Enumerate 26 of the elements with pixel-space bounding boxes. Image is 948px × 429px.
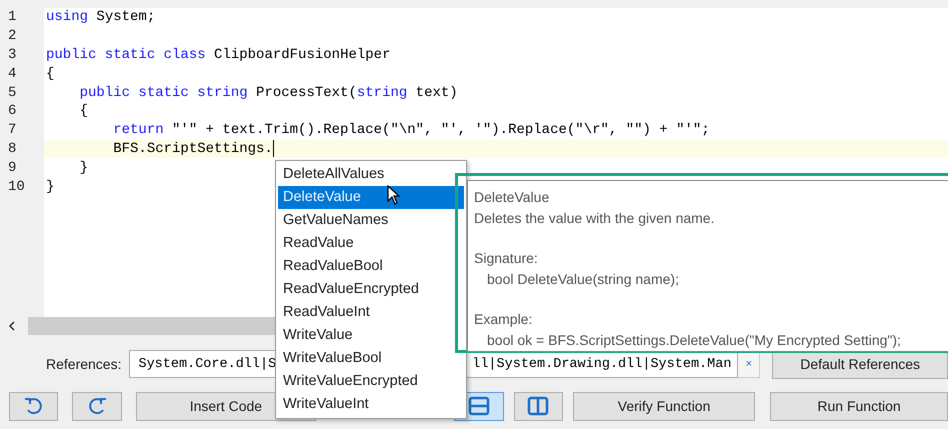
code-line: {: [78, 103, 88, 120]
references-label: References:: [46, 356, 122, 372]
code-line: public static string ProcessText(string text): [78, 84, 458, 101]
line-number: 8: [0, 140, 44, 158]
line-number: 5: [0, 83, 44, 102]
line-number: 1: [0, 8, 44, 27]
code-line: using System;: [46, 9, 156, 26]
signature-text: bool DeleteValue(string name);: [486, 270, 680, 289]
signature-label: Signature:: [474, 249, 539, 268]
line-number: 7: [0, 120, 44, 140]
code-line: BFS.ScriptSettings.: [112, 140, 273, 157]
line-number: 2: [0, 26, 44, 46]
example-label: Example:: [474, 310, 534, 329]
code-line: }: [78, 160, 88, 176]
line-number: 10: [0, 177, 44, 196]
line-number: 4: [0, 64, 44, 84]
line-number: 3: [0, 46, 44, 64]
tooltip-title: DeleteValue: [474, 188, 550, 207]
code-line: return "'" + text.Trim().Replace("\n", "', '").Replace("\r", "") + "'";: [112, 122, 710, 138]
tooltip-description: Deletes the value with the given name.: [474, 208, 716, 228]
code-line: }: [46, 178, 54, 195]
code-line: {: [46, 66, 54, 82]
line-number: 9: [0, 158, 44, 178]
code-line: public static class ClipboardFusionHelper: [46, 46, 390, 63]
line-number: 6: [0, 102, 44, 121]
example-text: bool ok = BFS.ScriptSettings.DeleteValue("My Encrypted Setting");: [486, 330, 902, 350]
